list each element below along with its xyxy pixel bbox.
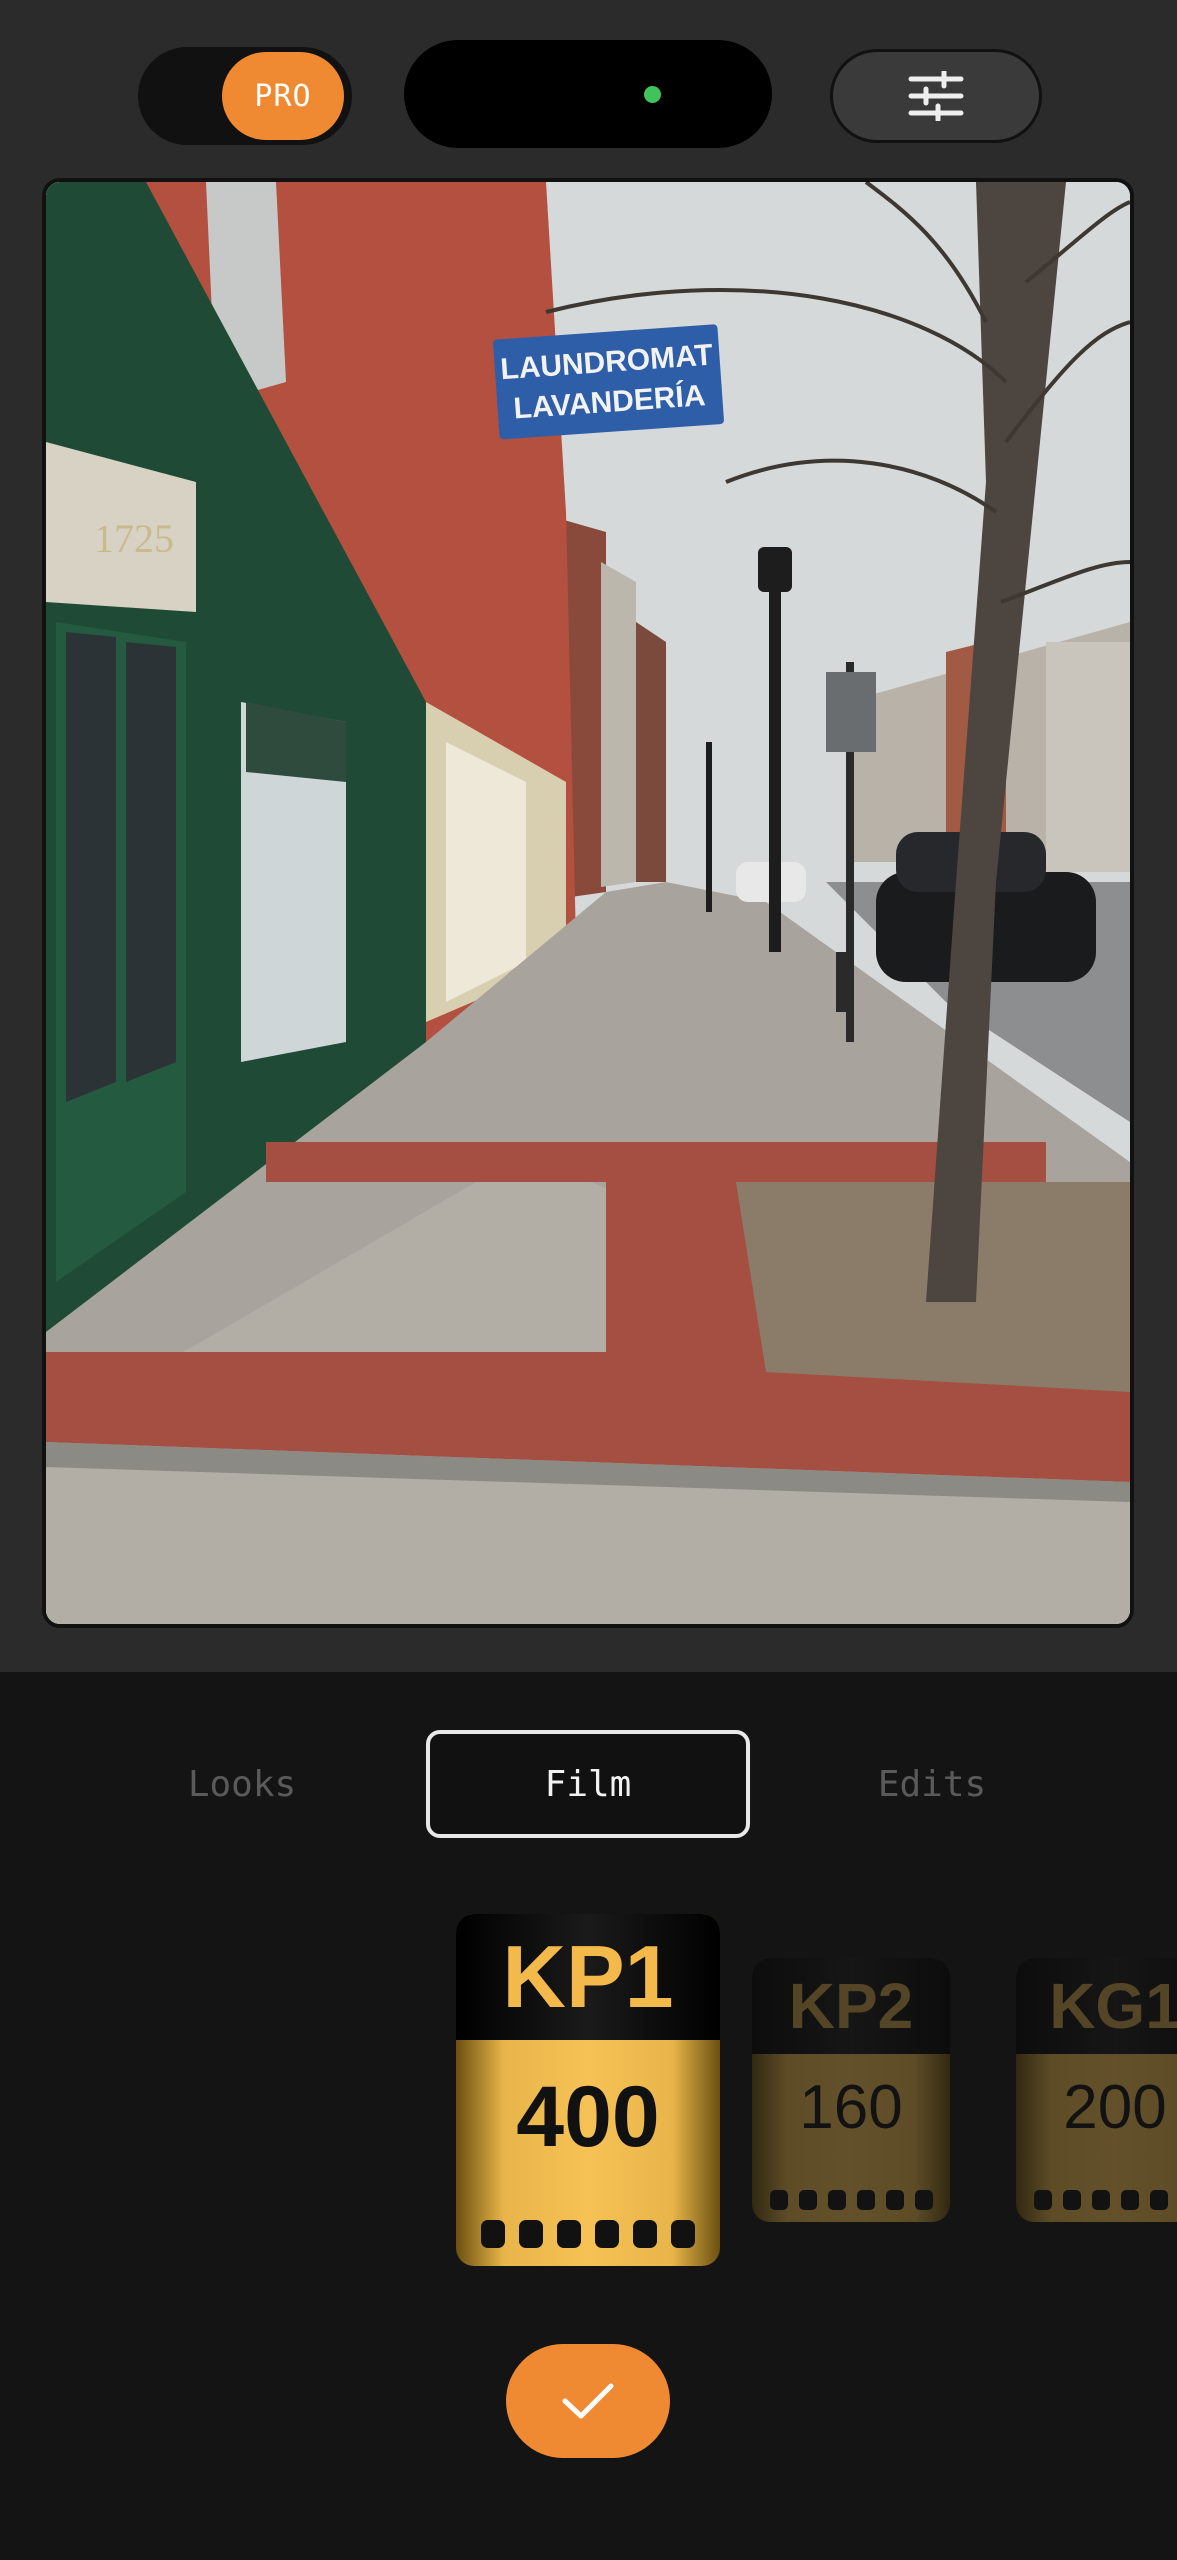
photo-preview[interactable]: 1725 LAUNDROMAT LAVANDERÍA (42, 178, 1134, 1628)
tab-edits[interactable]: Edits (770, 1730, 1094, 1838)
confirm-button[interactable] (506, 2344, 670, 2458)
film-name: KP2 (752, 1958, 950, 2054)
sliders-icon (908, 71, 964, 121)
film-name: KG1 (1016, 1958, 1177, 2054)
film-card-kp1[interactable]: KP1 400 (456, 1914, 720, 2266)
settings-button[interactable] (830, 49, 1042, 143)
film-card-kg1[interactable]: KG1 200 (1016, 1958, 1177, 2222)
film-name: KP1 (456, 1914, 720, 2040)
film-iso: 160 (799, 2073, 903, 2142)
checkmark-icon (562, 2383, 614, 2419)
film-perforations (456, 2220, 720, 2248)
film-perforations (1016, 2190, 1177, 2210)
film-perforations (752, 2190, 950, 2210)
pro-toggle[interactable]: PRO (138, 47, 352, 145)
pro-badge[interactable]: PRO (222, 52, 344, 140)
film-iso: 400 (516, 2069, 660, 2165)
tab-looks[interactable]: Looks (80, 1730, 404, 1838)
film-card-kp2[interactable]: KP2 160 (752, 1958, 950, 2222)
status-dot (644, 86, 661, 103)
tab-film[interactable]: Film (426, 1730, 750, 1838)
film-iso: 200 (1063, 2073, 1167, 2142)
door-number: 1725 (94, 516, 174, 561)
camera-island (404, 40, 772, 148)
